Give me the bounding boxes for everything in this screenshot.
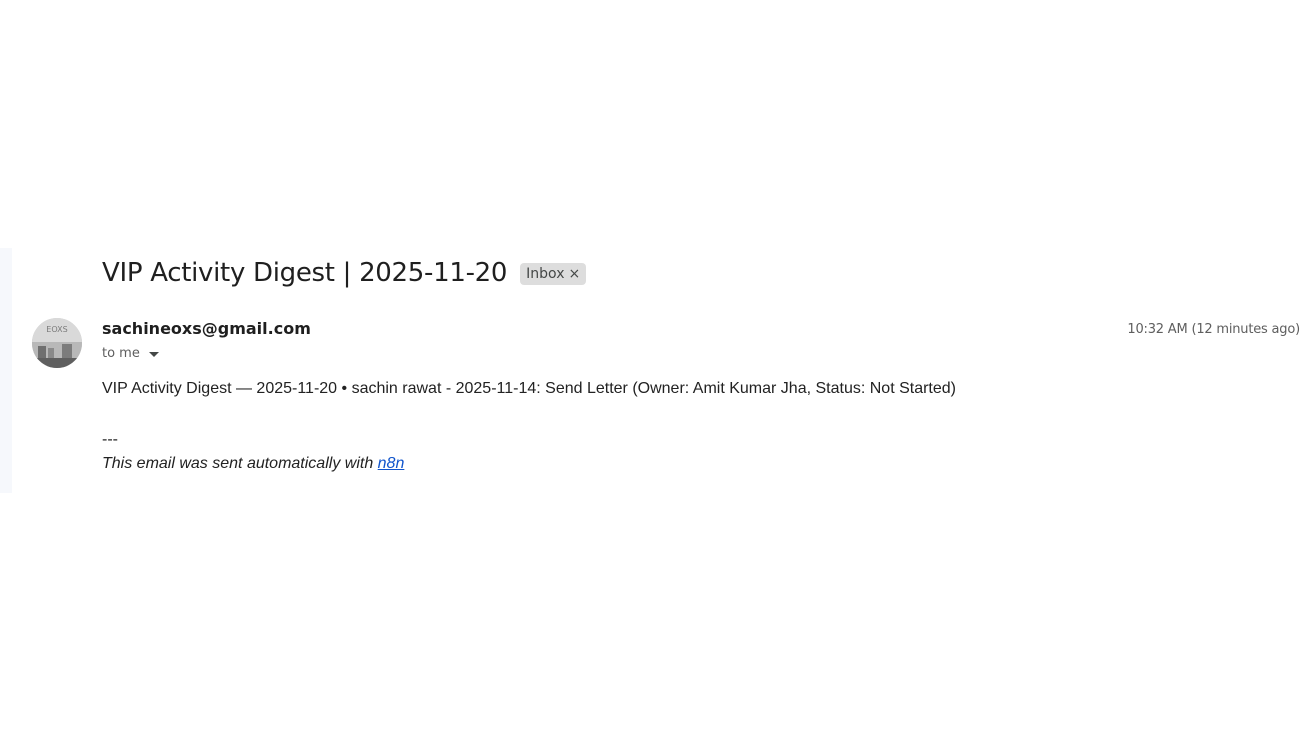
email-body-line: VIP Activity Digest — 2025-11-20 • sachi… [102,380,956,397]
email-body-separator: --- [102,431,118,448]
footer-prefix: This email was sent automatically with [102,455,378,472]
remove-label-icon[interactable]: × [568,267,580,281]
inbox-label-chip[interactable]: Inbox × [520,263,587,285]
subject-row: VIP Activity Digest | 2025-11-20 Inbox × [102,258,587,288]
n8n-link[interactable]: n8n [378,455,405,472]
chevron-down-icon[interactable] [148,351,159,357]
email-view: VIP Activity Digest | 2025-11-20 Inbox ×… [0,0,1316,740]
sender-address[interactable]: sachineoxs@gmail.com [102,319,311,338]
recipient-text: to me [102,346,140,361]
email-subject: VIP Activity Digest | 2025-11-20 [102,258,508,288]
recipient-details-toggle[interactable]: to me [102,346,159,361]
left-panel-edge [0,248,12,493]
email-footer: This email was sent automatically with n… [102,455,404,473]
avatar-image: EOXS [32,318,82,368]
avatar-logo-text: EOXS [46,325,67,334]
sender-avatar[interactable]: EOXS [32,318,82,368]
label-chip-text: Inbox [526,266,565,282]
email-timestamp: 10:32 AM (12 minutes ago) [1127,322,1300,337]
